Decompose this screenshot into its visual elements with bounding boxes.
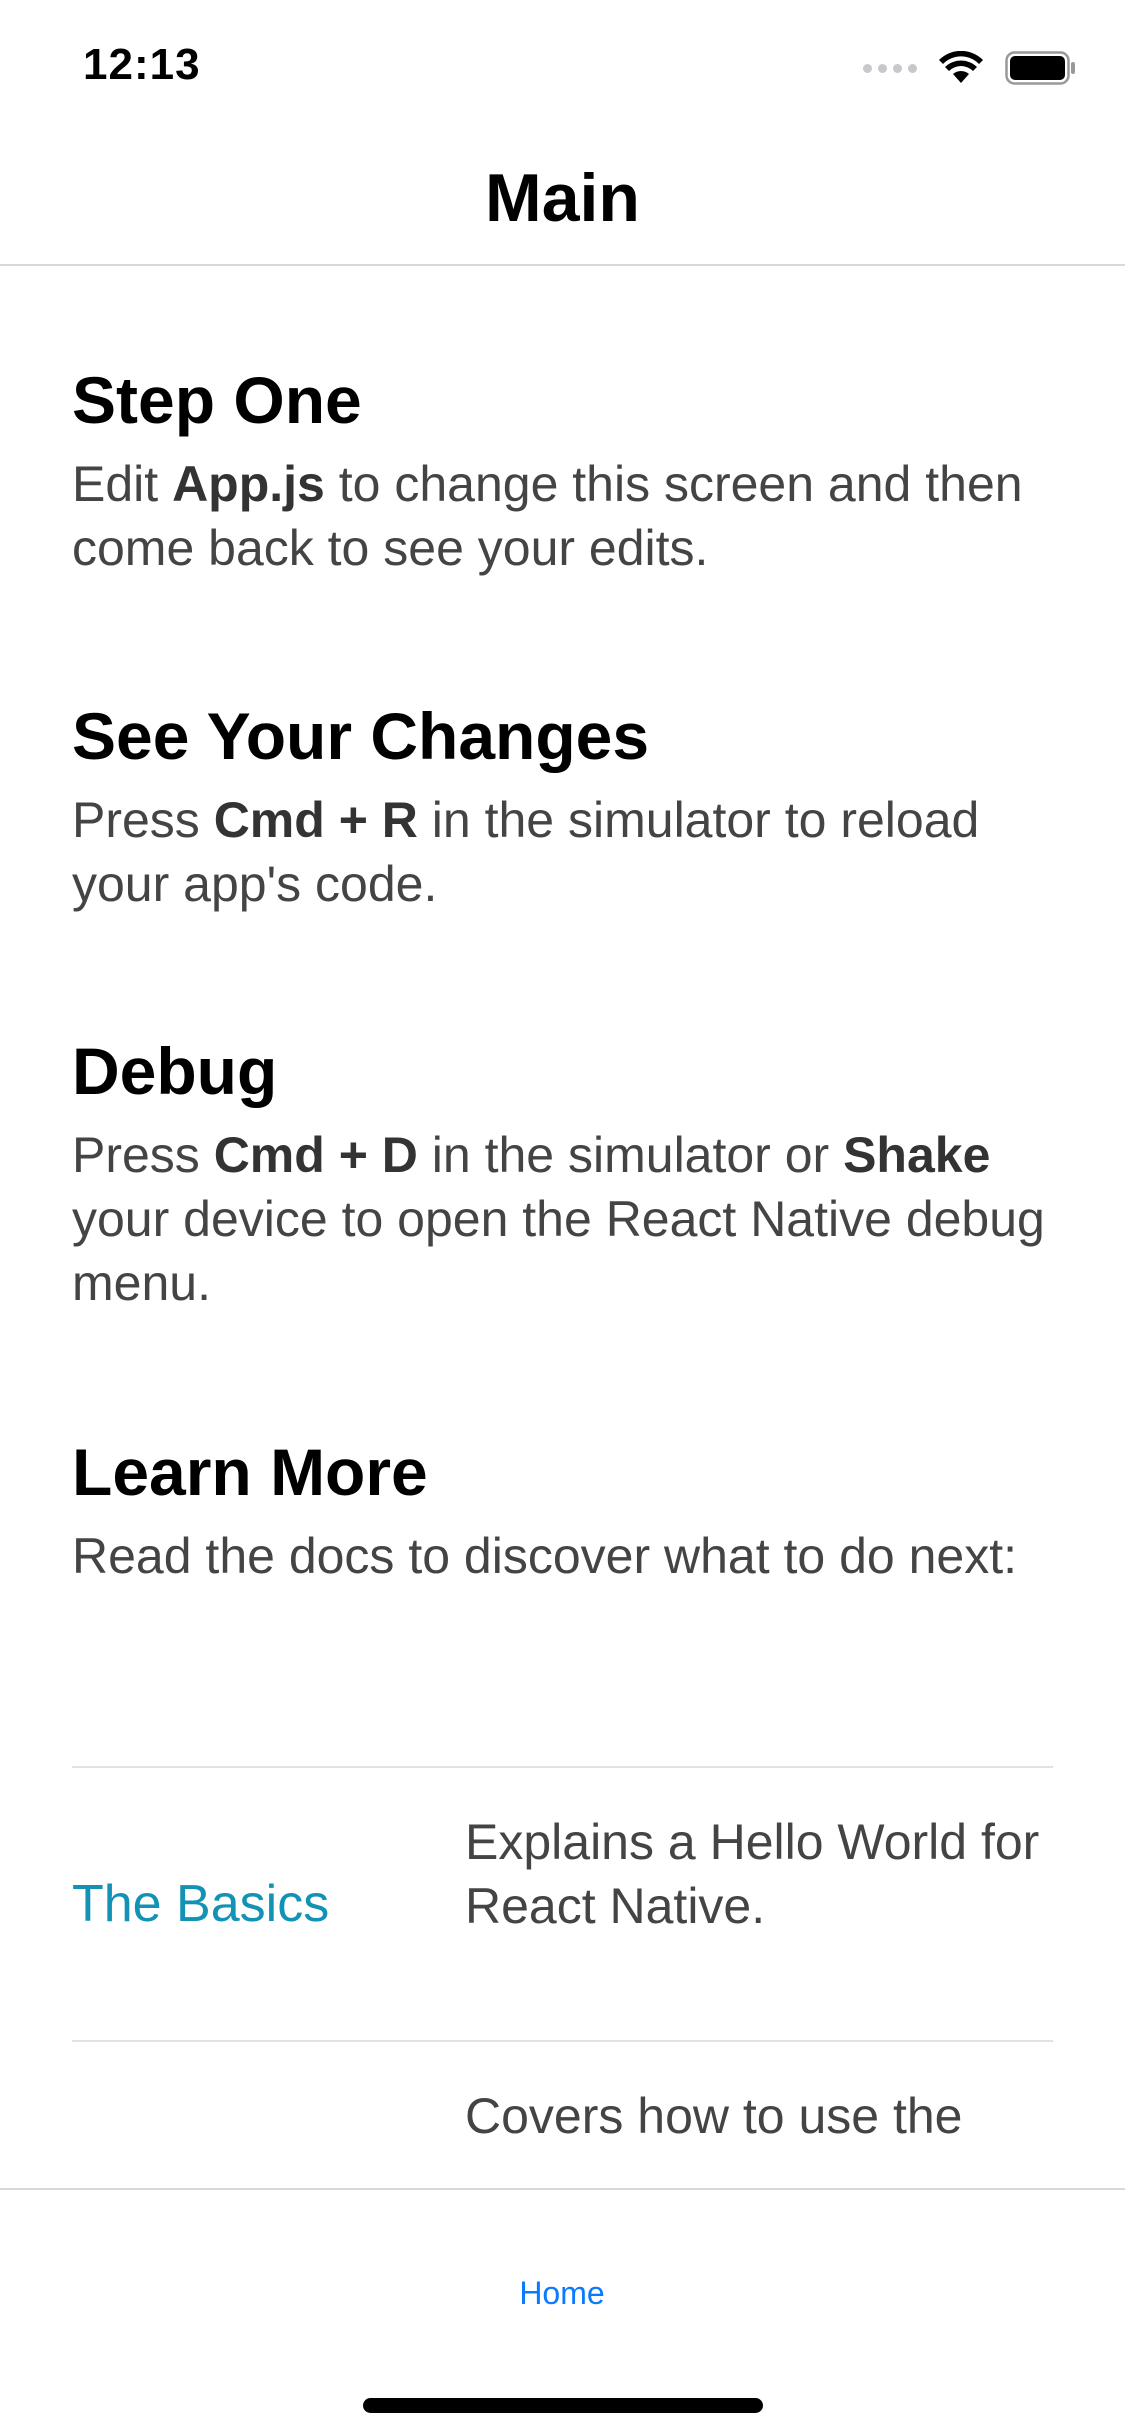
emphasis-text: Cmd + D bbox=[213, 1127, 418, 1183]
section-body: Edit App.js to change this screen and th… bbox=[72, 456, 1023, 576]
link-description: Covers how to use the bbox=[465, 2088, 963, 2144]
link-row-2[interactable]: Covers how to use the bbox=[72, 2042, 1053, 2188]
app-screen: 12:13 Main Step One Edit App.js to chang… bbox=[0, 0, 1125, 2436]
status-time: 12:13 bbox=[83, 40, 201, 89]
emphasis-text: Cmd + R bbox=[213, 792, 418, 848]
section-title: Debug bbox=[72, 1034, 278, 1108]
link-row-the-basics[interactable]: The Basics Explains a Hello World for Re… bbox=[72, 1768, 1053, 2040]
section-title: Step One bbox=[72, 363, 362, 437]
tab-home[interactable]: Home bbox=[462, 2190, 662, 2330]
section-learn-more: Learn More Read the docs to discover wha… bbox=[72, 1432, 1052, 1588]
navigation-header: Main bbox=[0, 132, 1125, 266]
section-see-your-changes: See Your Changes Press Cmd + R in the si… bbox=[72, 696, 1052, 916]
section-body: Read the docs to discover what to do nex… bbox=[72, 1528, 1017, 1584]
link-description: Explains a Hello World for React Native. bbox=[465, 1814, 1040, 1934]
status-bar: 12:13 bbox=[0, 0, 1125, 132]
section-debug: Debug Press Cmd + D in the simulator or … bbox=[72, 1031, 1052, 1315]
link-the-basics[interactable]: The Basics bbox=[72, 1768, 329, 2040]
cellular-signal-icon bbox=[863, 63, 917, 73]
section-step-one: Step One Edit App.js to change this scre… bbox=[72, 360, 1052, 580]
emphasis-text: App.js bbox=[172, 456, 325, 512]
wifi-icon bbox=[939, 51, 983, 83]
emphasis-text: Shake bbox=[843, 1127, 991, 1183]
battery-icon bbox=[1005, 51, 1075, 85]
scroll-content[interactable]: Step One Edit App.js to change this scre… bbox=[0, 266, 1125, 2188]
page-title: Main bbox=[485, 160, 640, 236]
section-title: See Your Changes bbox=[72, 699, 650, 773]
home-indicator[interactable] bbox=[363, 2398, 763, 2413]
section-title: Learn More bbox=[72, 1435, 428, 1509]
tab-home-label: Home bbox=[519, 2275, 605, 2311]
status-icons bbox=[863, 48, 1077, 88]
section-body: Press Cmd + D in the simulator or Shake … bbox=[72, 1127, 1045, 1311]
section-body: Press Cmd + R in the simulator to reload… bbox=[72, 792, 980, 912]
